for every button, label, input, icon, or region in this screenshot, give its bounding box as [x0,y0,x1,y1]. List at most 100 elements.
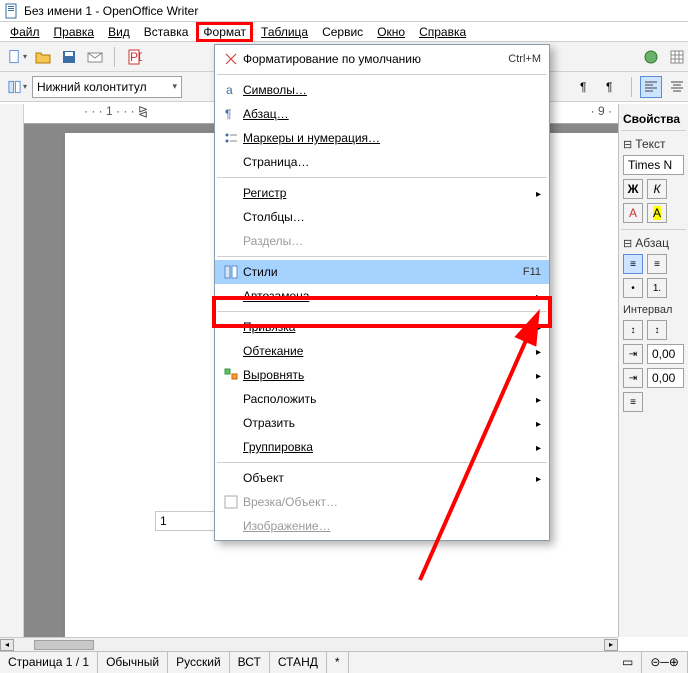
paragraph-style-select[interactable]: Нижний колонтитул [32,76,182,98]
svg-text:¶: ¶ [580,80,586,94]
menu-divider [217,462,547,463]
separator [631,77,632,97]
paragraph-style-value: Нижний колонтитул [37,80,147,94]
menu-paragraph[interactable]: ¶ Абзац… [215,102,549,126]
menu-format[interactable]: Формат [196,22,253,42]
hyperlink-button[interactable] [640,46,662,68]
svg-text:a: a [226,83,233,97]
indent-top-icon: ⇥ [623,344,643,364]
indent-top[interactable]: 0,00 [647,344,684,364]
menu-character[interactable]: a Символы… [215,78,549,102]
menu-align[interactable]: Выровнять [215,363,549,387]
ltr-button[interactable]: ¶ [575,76,597,98]
title-bar: Без имени 1 - OpenOffice Writer [0,0,688,22]
italic-button[interactable]: К [647,179,667,199]
scroll-left-arrow[interactable]: ◂ [0,639,14,651]
menu-file[interactable]: Файл [4,23,46,41]
svg-text:PDF: PDF [130,50,142,64]
align-left-button[interactable] [640,76,662,98]
menu-wrap[interactable]: Обтекание [215,339,549,363]
align-left-mini[interactable]: ≡ [623,254,643,274]
menu-columns[interactable]: Столбцы… [215,205,549,229]
menu-tools[interactable]: Сервис [316,23,369,41]
pdf-button[interactable]: PDF [123,46,145,68]
font-color-button[interactable]: A [623,203,643,223]
status-view[interactable]: ▭ [614,652,642,673]
status-zoom[interactable]: ⊝─⊕ [642,652,688,673]
styles-icon [219,264,243,280]
font-name-select[interactable]: Times N [623,155,684,175]
align-center-button[interactable] [666,76,688,98]
rtl-button[interactable]: ¶ [601,76,623,98]
clear-format-icon [219,51,243,67]
bullets-mini[interactable]: • [623,278,643,298]
menu-divider [217,177,547,178]
save-button[interactable] [58,46,80,68]
paragraph-icon: ¶ [219,106,243,122]
svg-text:¶: ¶ [606,80,612,94]
properties-panel: Свойства ⊟ Текст Times N Ж К A A ⊟ Абзац… [618,104,688,637]
menu-flip[interactable]: Отразить [215,411,549,435]
scroll-right-arrow[interactable]: ▸ [604,639,618,651]
menu-bullets[interactable]: Маркеры и нумерация… [215,126,549,150]
status-mod: * [327,652,349,673]
bold-button[interactable]: Ж [623,179,643,199]
status-insert[interactable]: ВСТ [230,652,270,673]
panel-title: Свойства [621,108,686,130]
open-button[interactable] [32,46,54,68]
styles-button[interactable] [6,76,28,98]
app-icon [4,3,20,19]
scroll-thumb[interactable] [34,640,94,650]
dec-spacing[interactable]: ↕ [647,320,667,340]
para-section-label: ⊟ Абзац [623,236,684,250]
bullets-icon [219,130,243,146]
menubar: Файл Правка Вид Вставка Формат Таблица С… [0,22,688,42]
menu-page[interactable]: Страница… [215,150,549,174]
format-menu-dropdown: Форматирование по умолчанию Ctrl+M a Сим… [214,44,550,541]
status-lang[interactable]: Русский [168,652,230,673]
status-sel[interactable]: СТАНД [270,652,327,673]
menu-autocorrect[interactable]: Автозамена [215,284,549,308]
table-button[interactable] [666,46,688,68]
menu-image: Изображение… [215,514,549,538]
svg-text:¶: ¶ [225,107,231,121]
menu-group[interactable]: Группировка [215,435,549,459]
line-spacing[interactable]: ≡ [623,392,643,412]
menu-frame: Врезка/Объект… [215,490,549,514]
menu-case[interactable]: Регистр [215,181,549,205]
horizontal-scrollbar[interactable]: ◂ ▸ [0,637,618,651]
menu-window[interactable]: Окно [371,23,411,41]
menu-sections: Разделы… [215,229,549,253]
character-icon: a [219,82,243,98]
inc-spacing[interactable]: ↕ [623,320,643,340]
menu-edit[interactable]: Правка [48,23,101,41]
indent-bottom-icon: ⇥ [623,368,643,388]
statusbar: Страница 1 / 1 Обычный Русский ВСТ СТАНД… [0,651,688,673]
numbering-mini[interactable]: 1. [647,278,667,298]
status-page[interactable]: Страница 1 / 1 [0,652,98,673]
menu-anchor[interactable]: Привязка [215,315,549,339]
highlight-button[interactable]: A [647,203,667,223]
vertical-ruler [0,104,24,637]
menu-help[interactable]: Справка [413,23,472,41]
menu-object[interactable]: Объект [215,466,549,490]
interval-label: Интервал [623,304,684,316]
email-button[interactable] [84,46,106,68]
align-icon [219,367,243,383]
menu-table[interactable]: Таблица [255,23,314,41]
align-center-mini[interactable]: ≡ [647,254,667,274]
menu-styles[interactable]: Стили F11 [215,260,549,284]
menu-view[interactable]: Вид [102,23,136,41]
status-style[interactable]: Обычный [98,652,168,673]
menu-clear-formatting[interactable]: Форматирование по умолчанию Ctrl+M [215,47,549,71]
menu-insert[interactable]: Вставка [138,23,195,41]
indent-bottom[interactable]: 0,00 [647,368,684,388]
window-title: Без имени 1 - OpenOffice Writer [24,4,198,18]
menu-divider [217,256,547,257]
text-section-label: ⊟ Текст [623,137,684,151]
menu-arrange[interactable]: Расположить [215,387,549,411]
separator [114,47,115,67]
new-button[interactable] [6,46,28,68]
frame-icon [219,494,243,510]
menu-divider [217,74,547,75]
